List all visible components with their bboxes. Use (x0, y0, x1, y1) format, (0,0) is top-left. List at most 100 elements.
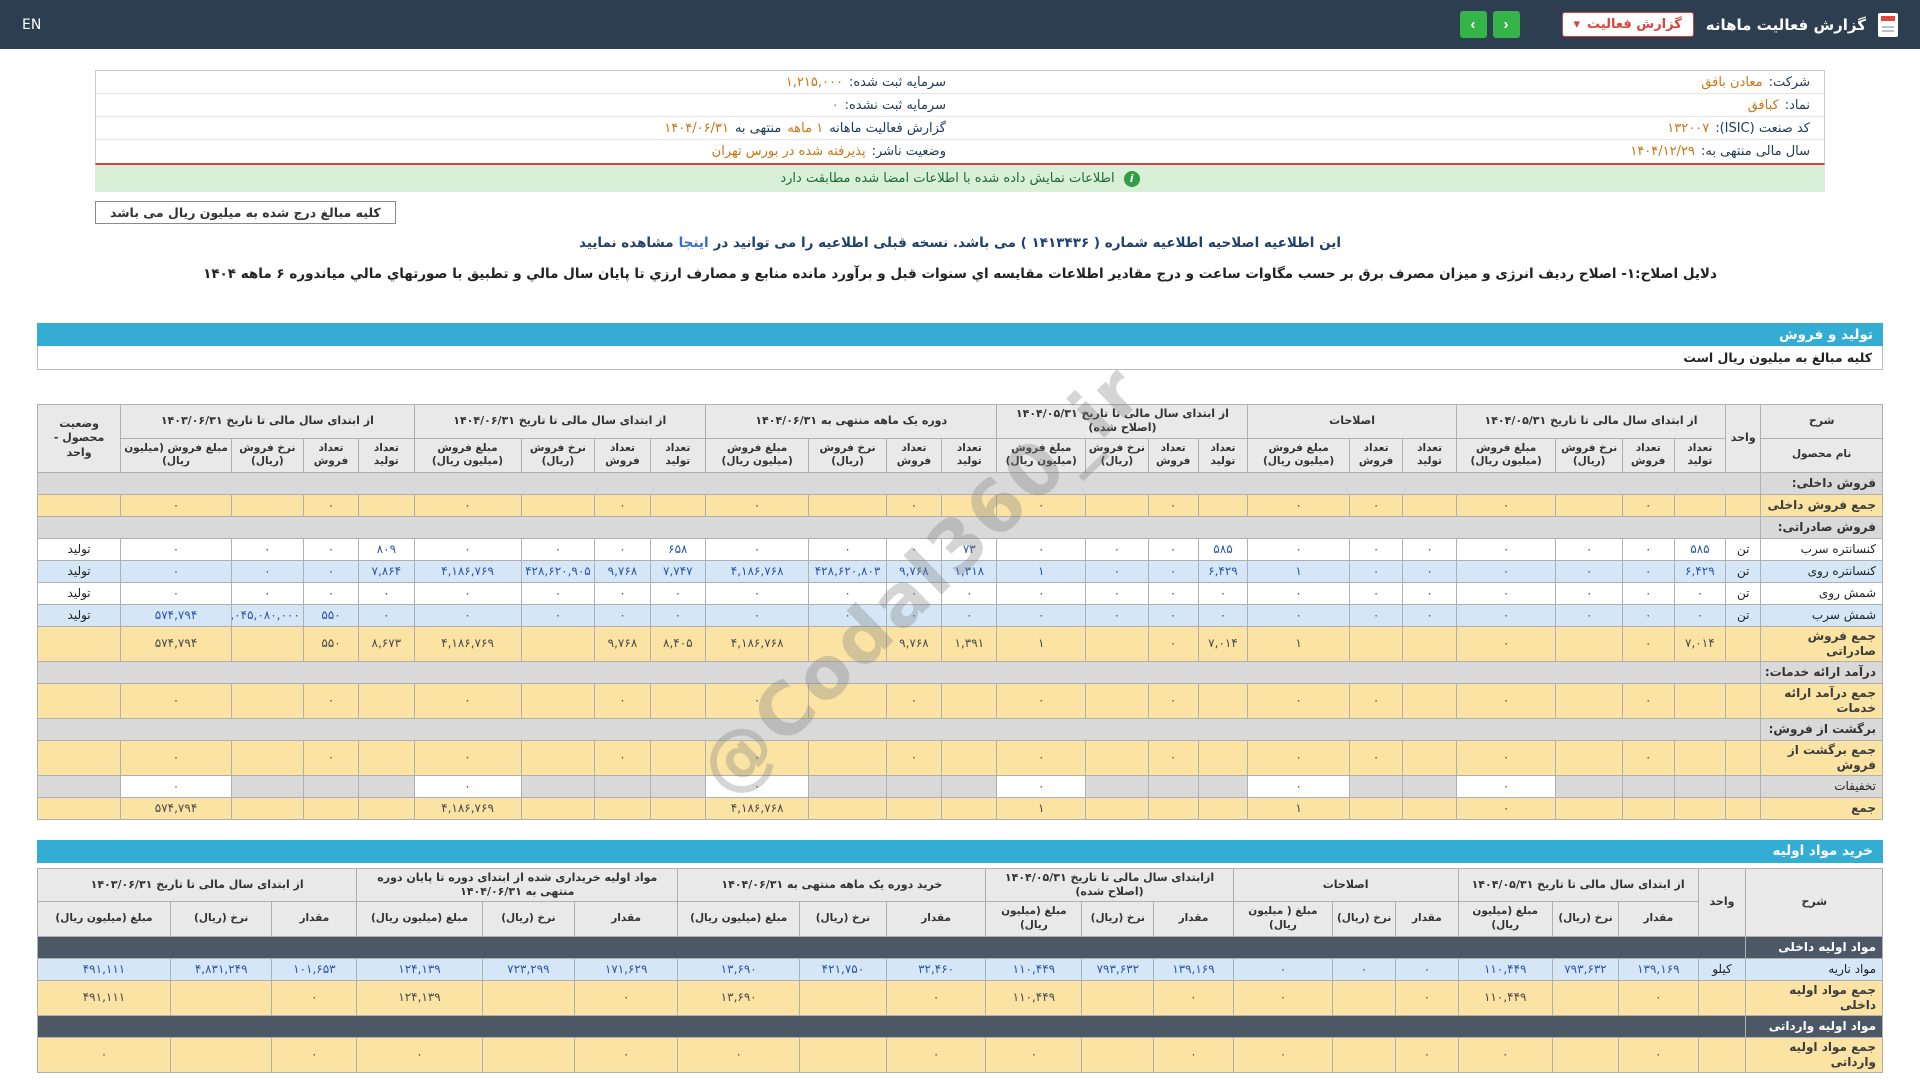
field-label: شرکت: (1768, 74, 1810, 90)
value-cell: ۱۱۰,۴۴۹ (985, 979, 1083, 1016)
value-cell: ۱۳,۶۹۰ (677, 979, 801, 1016)
value-cell: ۴,۱۸۶,۷۶۸ (704, 796, 810, 820)
value-cell: ۰ (996, 603, 1087, 627)
value-cell: ۴,۱۸۶,۷۶۹ (413, 559, 522, 583)
language-toggle[interactable]: EN (22, 17, 41, 33)
value-cell: ۰ (520, 603, 596, 627)
field-value: ۱,۲۱۵,۰۰۰ (785, 74, 843, 90)
value-cell: ۴,۱۸۶,۷۶۸ (704, 625, 810, 662)
value-cell: ۰ (120, 537, 232, 561)
symbol-link[interactable]: کبافق (1748, 98, 1779, 113)
value-cell: ۴۹۱,۱۱۱ (37, 957, 171, 981)
value-cell (230, 739, 304, 776)
group-label-cell: مواد اولیه داخلی (1745, 935, 1883, 959)
value-cell (1197, 774, 1249, 798)
table-row: جمع فروش صادراتی ۷,۰۱۴ ۰ ۰ ۱ ۷,۰۱۴ ۰ ۱ ۱,۳۹۱ ۹,۷۶… (36, 625, 1883, 662)
value-cell: ۵۵۰ (302, 603, 360, 627)
value-cell: ۱۱۰,۴۴۹ (1457, 957, 1553, 981)
value-cell (1673, 796, 1727, 820)
column-group-header: وضعیت محصول - واحد (36, 404, 122, 473)
value-cell: ۰ (1197, 581, 1249, 605)
value-cell: ۰ (1232, 957, 1334, 981)
value-cell: ۰ (413, 493, 522, 517)
value-cell: ۱۳,۶۹۰ (677, 957, 801, 981)
value-cell: ۱۱۰,۴۴۹ (1457, 979, 1553, 1016)
value-cell: ۰ (704, 537, 810, 561)
amendment-notice: این اطلاعیه اصلاحیه اطلاعیه شماره ( ۱۴۱۳… (0, 235, 1920, 251)
value-cell (520, 625, 596, 662)
value-cell (1402, 682, 1457, 719)
column-header: تعداد فروش (594, 437, 651, 473)
value-cell: ۰ (120, 559, 232, 583)
status-cell (36, 625, 122, 662)
value-cell (799, 1036, 887, 1073)
value-cell: ۰ (1085, 581, 1149, 605)
value-cell: ۰ (996, 537, 1087, 561)
value-cell (1085, 625, 1149, 662)
table-row: فروش صادراتی: (36, 515, 1883, 539)
column-header: نرخ (ریال) (169, 901, 273, 937)
table-row: مواد اولیه داخلی (36, 935, 1883, 959)
value-cell (1402, 739, 1457, 776)
value-cell: ۰ (1232, 979, 1334, 1016)
value-cell: ۰ (704, 603, 810, 627)
value-cell: ۰ (1247, 537, 1350, 561)
value-cell: ۰ (808, 581, 887, 605)
value-cell: ۰ (808, 537, 887, 561)
next-report-button[interactable]: › (1492, 11, 1520, 38)
group-label-cell: برگشت از فروش: (1760, 717, 1883, 741)
value-cell: ۱۳۹,۱۶۹ (1153, 957, 1234, 981)
column-header: نرخ (ریال) (481, 901, 576, 937)
value-cell (941, 682, 998, 719)
value-cell: ۱,۰۴۵,۰۸۰,۰۰۰ (230, 603, 304, 627)
column-header: مبلغ فروش (میلیون ریال) (413, 437, 522, 473)
value-cell (1197, 682, 1249, 719)
value-cell: ۰ (704, 581, 810, 605)
info-field-issuer-status: وضعیت ناشر: پذیرفته شده در بورس تهران (96, 140, 960, 163)
value-cell: ۰ (1621, 559, 1675, 583)
value-cell: ۴۲۸,۶۲۰,۸۰۳ (808, 559, 887, 583)
value-cell: ۱,۳۱۸ (941, 559, 998, 583)
value-cell (520, 739, 596, 776)
value-cell: ۱ (1247, 796, 1350, 820)
table-row: مواد ناریه کیلو ۱۳۹,۱۶۹ ۷۹۳,۶۳۲ ۱۱۰,۴۴۹ ۰ ۰ ۰ ۱۳… (37, 957, 1883, 981)
value-cell: ۰ (704, 774, 810, 798)
product-name-cell: جمع مواد اولیه داخلی (1745, 979, 1883, 1016)
column-header: مقدار (1153, 901, 1234, 937)
value-cell: ۱ (1247, 559, 1350, 583)
value-cell (1551, 1036, 1620, 1073)
unit-cell (1725, 774, 1762, 798)
report-navigation: › ‹ (1459, 11, 1520, 38)
column-header: نرخ فروش (ریال) (230, 437, 304, 473)
value-cell: ۰ (1348, 559, 1404, 583)
value-cell: ۰ (1455, 537, 1557, 561)
raw-materials-table: شرح واحد از ابتدای سال مالی تا تاریخ ۱۴۰۴/… (36, 867, 1883, 1073)
previous-version-link[interactable]: اینجا (679, 235, 709, 251)
previous-report-button[interactable]: ‹ (1459, 11, 1487, 38)
value-cell (649, 493, 707, 517)
value-cell: ۰ (1402, 559, 1457, 583)
value-cell: ۰ (1247, 739, 1350, 776)
value-cell: ۰ (594, 581, 651, 605)
value-cell: ۰ (1348, 603, 1404, 627)
unit-cell (1725, 493, 1762, 517)
value-cell (520, 796, 596, 820)
value-cell: ۰ (573, 1036, 679, 1073)
group-row-filler (36, 935, 1747, 959)
column-header: مقدار (573, 901, 679, 937)
column-header: مبلغ (میلیون ریال) (37, 901, 171, 937)
value-cell (302, 796, 360, 820)
value-cell: ۰ (704, 493, 810, 517)
unit-cell: تن (1725, 603, 1762, 627)
report-type-dropdown[interactable]: گزارش فعالیت ▾ (1561, 12, 1694, 37)
table-row: جمع برگشت از فروش ۰ ۰ ۰ ۰ ۰ ۰ ۰ ۰ ۰ ۰ ۰ ۰ (36, 739, 1883, 776)
column-header: نام محصول (1760, 437, 1883, 473)
company-link[interactable]: معادن بافق (1701, 75, 1762, 90)
value-cell: ۰ (302, 581, 360, 605)
column-header: مبلغ فروش (میلیون ریال) (1247, 437, 1350, 473)
value-cell: ۰ (1555, 559, 1623, 583)
value-cell (1348, 796, 1404, 820)
column-header: مبلغ ( میلیون ریال) (1232, 901, 1334, 937)
value-cell (230, 796, 304, 820)
field-label: سال مالی منتهی به: (1700, 144, 1810, 159)
